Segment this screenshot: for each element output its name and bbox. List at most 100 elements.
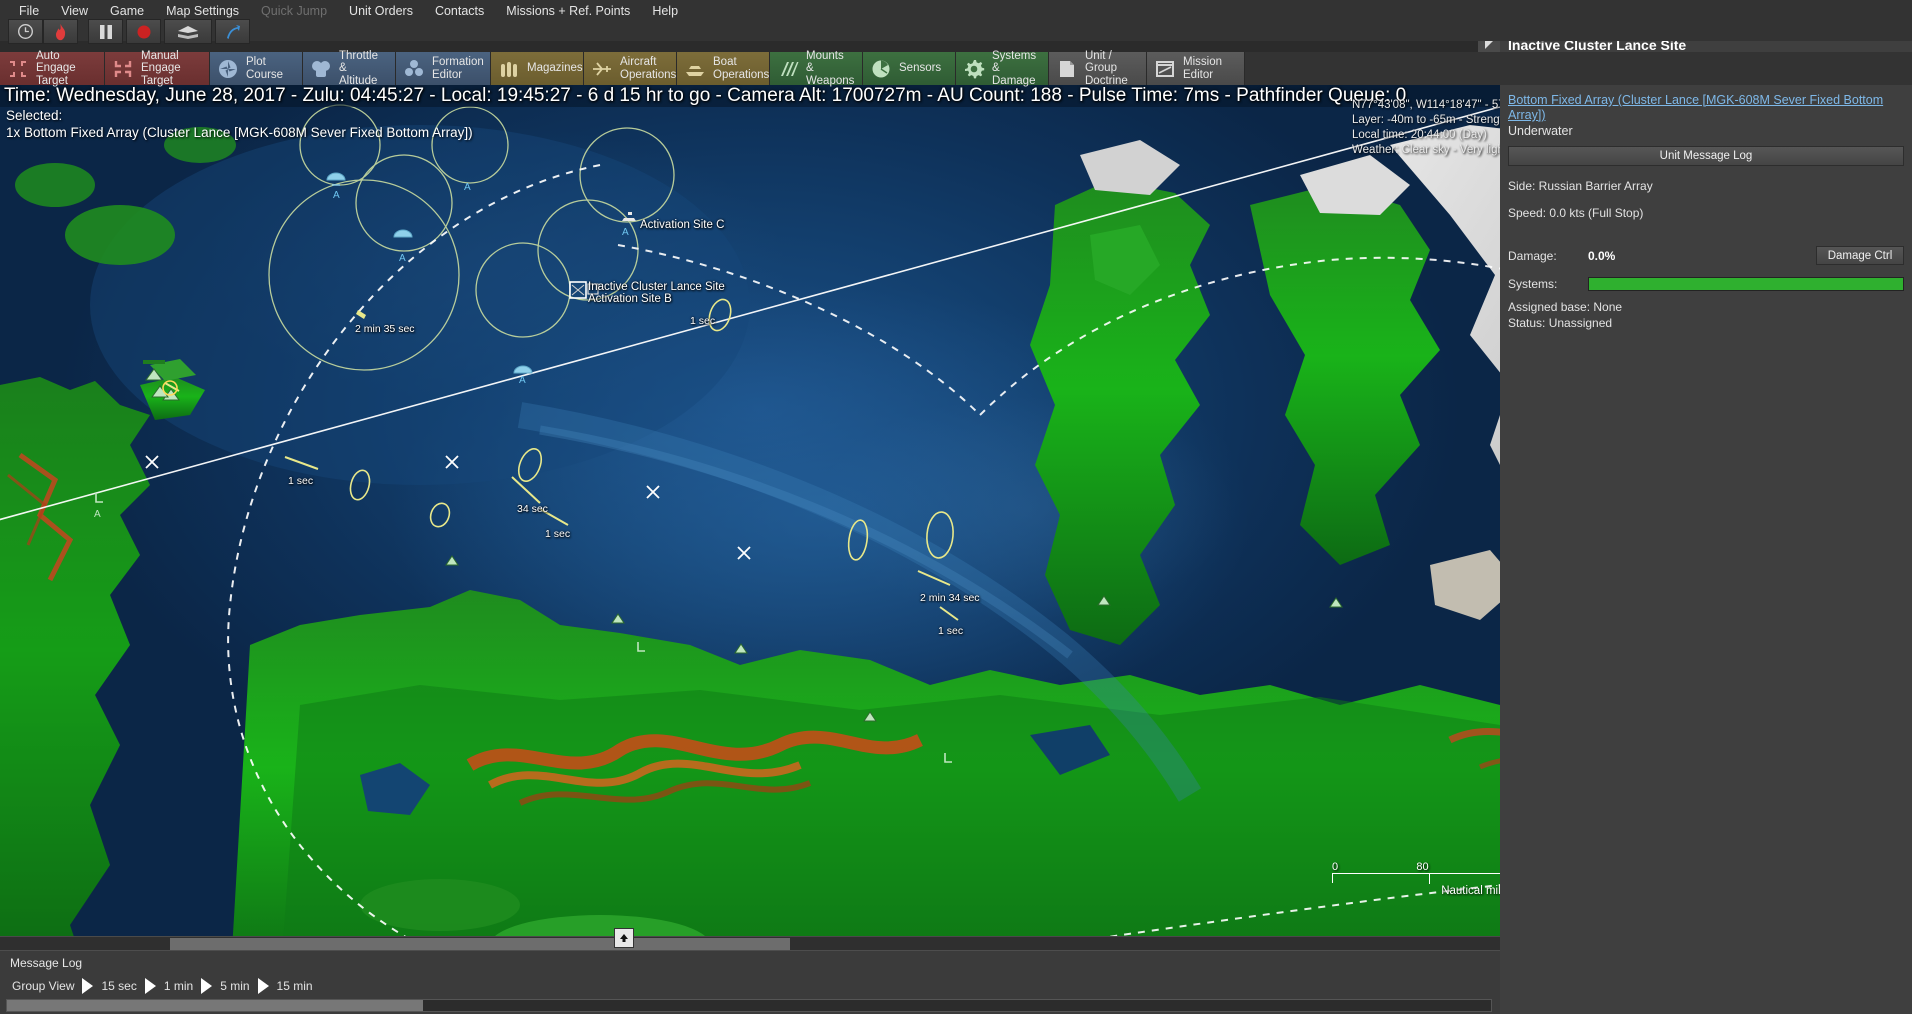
crosshair-auto-icon xyxy=(6,57,30,81)
map-annotation: 2 min 35 sec xyxy=(355,323,415,335)
menu-item-game[interactable]: Game xyxy=(99,2,155,20)
svg-text:A: A xyxy=(464,182,471,193)
crosshair-manual-icon xyxy=(111,57,135,81)
svg-text:A: A xyxy=(333,190,340,201)
svg-text:A: A xyxy=(622,227,629,238)
formation-editor-button[interactable]: Formation Editor xyxy=(396,52,491,85)
main-toolbar: Auto Engage Target Manual Engage Target … xyxy=(0,52,1912,85)
mounts-icon xyxy=(776,57,800,81)
sensor-icon xyxy=(869,57,893,81)
magazines-button[interactable]: Magazines xyxy=(491,52,584,85)
speed-15-sec-button[interactable]: 15 sec xyxy=(95,979,142,993)
mounts-weapons-label: Mounts & Weapons xyxy=(806,50,854,88)
aircraft-icon xyxy=(590,57,614,81)
plot-course-button[interactable]: Plot Course xyxy=(210,52,303,85)
group-view-button[interactable]: Group View xyxy=(6,979,80,993)
contact-side: Side: Russian Barrier Array xyxy=(1508,179,1904,193)
magazine-icon xyxy=(497,57,521,81)
svg-text:A: A xyxy=(519,375,526,386)
boat-icon xyxy=(683,57,707,81)
menu-item-file[interactable]: File xyxy=(8,2,50,20)
plot-course-label: Plot Course xyxy=(246,56,294,81)
bottom-scrollbar[interactable] xyxy=(6,999,1492,1012)
formation-editor-label: Formation Editor xyxy=(432,56,484,81)
menu-item-missions-ref-points[interactable]: Missions + Ref. Points xyxy=(495,2,641,20)
record-icon[interactable] xyxy=(126,19,161,44)
icon-group-record xyxy=(126,19,161,45)
bottom-scroll-thumb[interactable] xyxy=(7,1000,423,1011)
sensors-label: Sensors xyxy=(899,62,941,75)
svg-text:A: A xyxy=(94,509,101,520)
manual-engage-target-label: Manual Engage Target xyxy=(141,50,201,88)
damage-ctrl-button[interactable]: Damage Ctrl xyxy=(1816,246,1904,265)
map-annotation: 1 sec xyxy=(690,315,715,327)
assignment-status: Status: Unassigned xyxy=(1508,316,1904,330)
map-annotation: 1 sec xyxy=(938,625,963,637)
systems-health-bar xyxy=(1588,277,1904,291)
scale-tick-0: 0 xyxy=(1332,861,1338,873)
sensors-button[interactable]: Sensors xyxy=(863,52,956,85)
contact-domain: Underwater xyxy=(1508,124,1904,138)
map-annotation: 1 sec xyxy=(288,475,313,487)
scale-tick-1: 80 xyxy=(1416,861,1428,873)
menu-item-quick-jump: Quick Jump xyxy=(250,2,338,20)
contact-class-link[interactable]: Bottom Fixed Array (Cluster Lance [MGK-6… xyxy=(1508,93,1904,123)
map-horizontal-scrollbar[interactable] xyxy=(0,936,1652,950)
boat-operations-button[interactable]: Boat Operations xyxy=(677,52,770,85)
map-annotation: Activation Site C xyxy=(640,219,724,231)
boat-operations-label: Boat Operations xyxy=(713,56,769,81)
systems-row: Systems: xyxy=(1508,277,1904,291)
aircraft-operations-label: Aircraft Operations xyxy=(620,56,676,81)
aircraft-operations-button[interactable]: Aircraft Operations xyxy=(584,52,677,85)
damage-row: Damage: 0.0% Damage Ctrl xyxy=(1508,246,1904,265)
mission-editor-icon xyxy=(1153,57,1177,81)
mission-editor-label: Mission Editor xyxy=(1183,56,1222,81)
auto-engage-target-label: Auto Engage Target xyxy=(36,50,96,88)
contact-status-panel: Contact Status « Inactive Cluster Lance … xyxy=(1500,0,1912,1014)
menu-item-unit-orders[interactable]: Unit Orders xyxy=(338,2,424,20)
layers-icon[interactable] xyxy=(164,19,212,44)
application-window: File View Game Map Settings Quick Jump U… xyxy=(0,0,1912,1014)
compass-icon xyxy=(216,57,240,81)
speed-1-min-button[interactable]: 1 min xyxy=(158,979,199,993)
map-annotation: 2 min 34 sec xyxy=(920,592,980,604)
mounts-weapons-button[interactable]: Mounts & Weapons xyxy=(770,52,863,85)
throttle-altitude-button[interactable]: Throttle & Altitude xyxy=(303,52,396,85)
menu-item-map-settings[interactable]: Map Settings xyxy=(155,2,250,20)
icon-toolbar xyxy=(0,21,1912,41)
map-expand-up-button[interactable] xyxy=(614,928,634,948)
unit-group-doctrine-button[interactable]: Unit / Group Doctrine xyxy=(1049,52,1147,85)
tactical-map[interactable]: A A A A A xyxy=(0,85,1652,985)
unit-group-doctrine-label: Unit / Group Doctrine xyxy=(1085,50,1138,88)
icon-group-time xyxy=(8,19,78,45)
speed-5-min-button[interactable]: 5 min xyxy=(214,979,255,993)
damage-label: Damage: xyxy=(1508,249,1588,263)
arrow-icon[interactable] xyxy=(215,19,250,44)
manual-engage-target-button[interactable]: Manual Engage Target xyxy=(105,52,210,85)
menu-item-help[interactable]: Help xyxy=(641,2,689,20)
speed-arrow-icon xyxy=(258,978,269,994)
flame-icon[interactable] xyxy=(43,19,78,44)
message-log-bar[interactable]: Message Log xyxy=(0,950,1652,975)
message-log-title: Message Log xyxy=(10,956,82,970)
clock-icon[interactable] xyxy=(8,19,43,44)
unit-message-log-button[interactable]: Unit Message Log xyxy=(1508,146,1904,166)
menu-item-contacts[interactable]: Contacts xyxy=(424,2,495,20)
formation-icon xyxy=(402,57,426,81)
systems-damage-button[interactable]: Systems & Damage xyxy=(956,52,1049,85)
mission-editor-button[interactable]: Mission Editor xyxy=(1147,52,1245,85)
icon-group-pause xyxy=(88,19,123,45)
auto-engage-target-button[interactable]: Auto Engage Target xyxy=(0,52,105,85)
magazines-label: Magazines xyxy=(527,62,583,75)
speed-arrow-icon xyxy=(145,978,156,994)
menu-item-view[interactable]: View xyxy=(50,2,99,20)
map-geometry: A A A A A xyxy=(0,85,1652,985)
pause-icon[interactable] xyxy=(88,19,123,44)
gear-icon xyxy=(962,57,986,81)
svg-text:A: A xyxy=(399,253,406,264)
systems-label: Systems: xyxy=(1508,277,1588,291)
map-scroll-thumb[interactable] xyxy=(170,938,790,950)
speed-15-min-button[interactable]: 15 min xyxy=(271,979,319,993)
map-annotation: Inactive Cluster Lance Site xyxy=(588,281,725,293)
damage-value: 0.0% xyxy=(1588,249,1816,263)
